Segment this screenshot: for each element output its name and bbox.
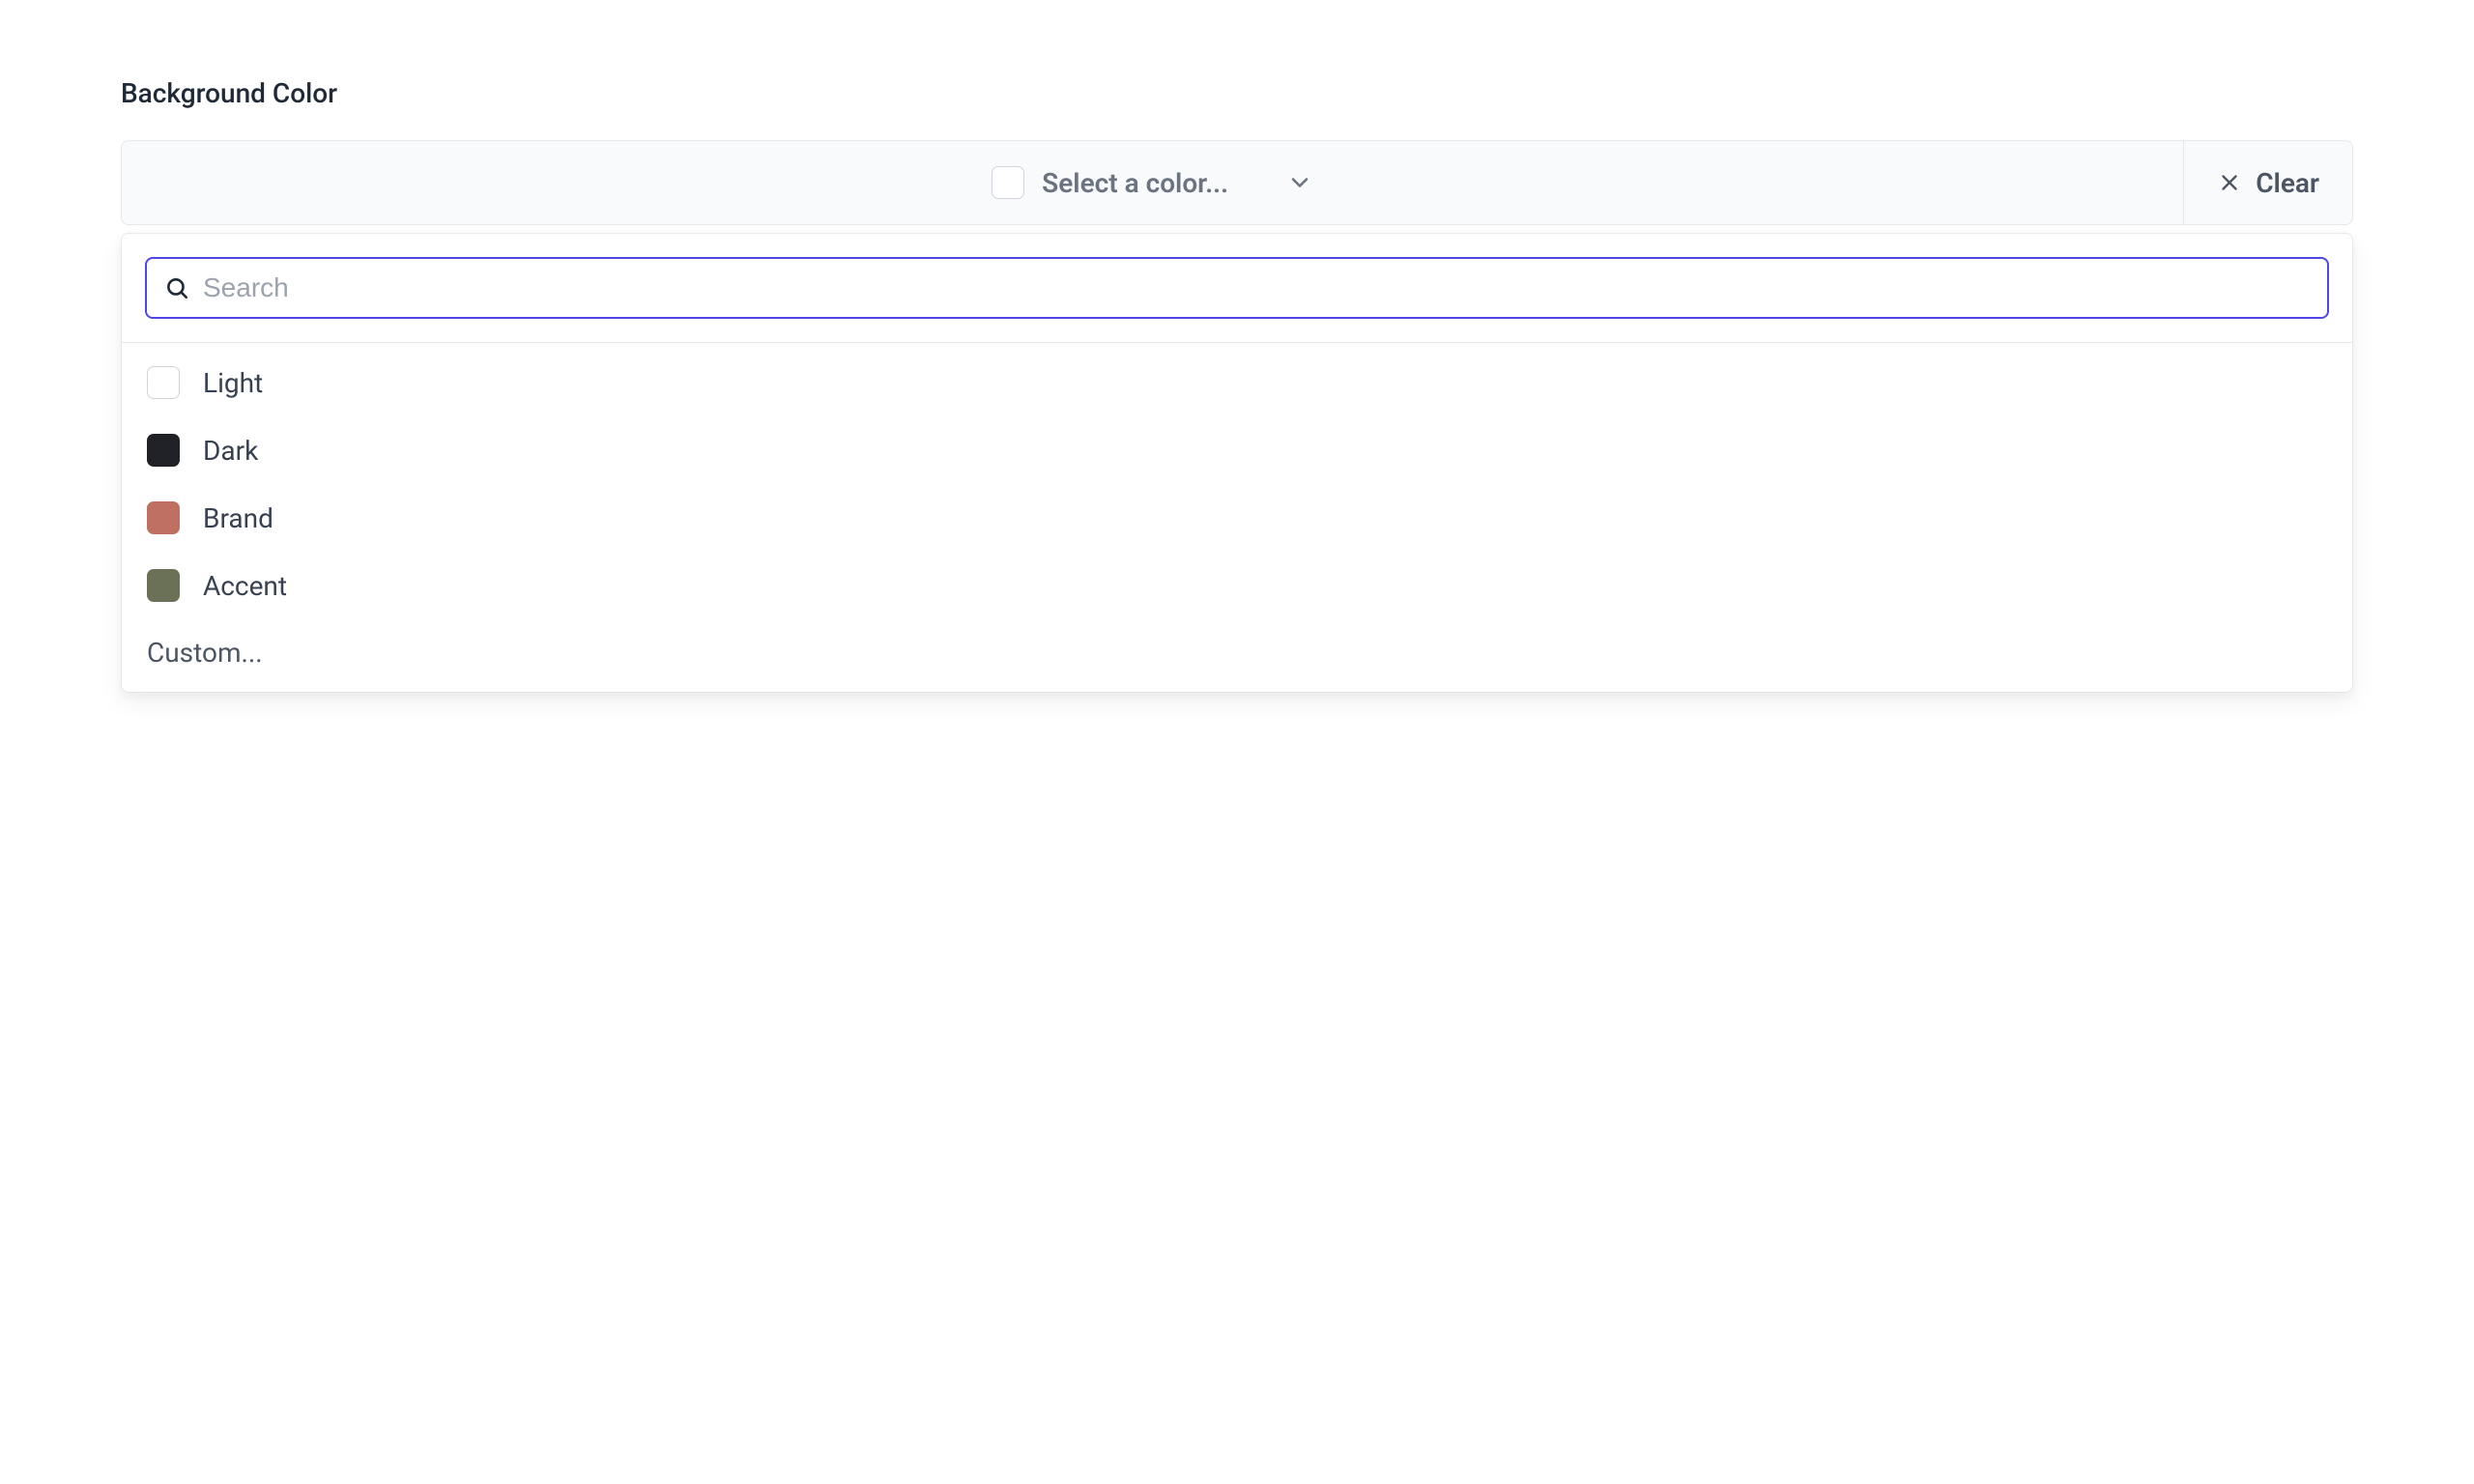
color-option[interactable]: Dark (122, 416, 2352, 484)
color-option[interactable]: Accent (122, 552, 2352, 619)
dropdown-panel: Light Dark Brand Accent Custom... (121, 233, 2353, 693)
color-option-label: Dark (203, 435, 258, 467)
color-option-label: Light (203, 367, 263, 399)
color-swatch (147, 569, 180, 602)
search-icon (164, 275, 189, 300)
clear-button[interactable]: Clear (2183, 141, 2352, 224)
field-label: Background Color (121, 77, 2353, 109)
select-trigger[interactable]: Select a color... (122, 141, 2183, 224)
color-option-label: Brand (203, 502, 273, 534)
search-field[interactable] (145, 257, 2329, 319)
color-swatch (147, 366, 180, 399)
search-input[interactable] (203, 272, 2310, 303)
color-option[interactable]: Light (122, 349, 2352, 416)
select-trigger-inner: Select a color... (992, 166, 1228, 199)
chevron-down-icon (1286, 169, 1313, 196)
clear-label: Clear (2256, 167, 2319, 199)
color-swatch (147, 501, 180, 534)
options-list: Light Dark Brand Accent Custom... (122, 343, 2352, 692)
search-wrap (122, 234, 2352, 343)
color-swatch (147, 434, 180, 467)
select-placeholder: Select a color... (1042, 167, 1228, 199)
custom-option-label: Custom... (147, 637, 263, 669)
custom-color-option[interactable]: Custom... (122, 619, 2352, 686)
selected-swatch (992, 166, 1024, 199)
select-bar: Select a color... Clear (121, 140, 2353, 225)
close-icon (2217, 170, 2242, 195)
color-picker-control: Select a color... Clear (121, 140, 2353, 693)
color-option[interactable]: Brand (122, 484, 2352, 552)
color-option-label: Accent (203, 570, 287, 602)
